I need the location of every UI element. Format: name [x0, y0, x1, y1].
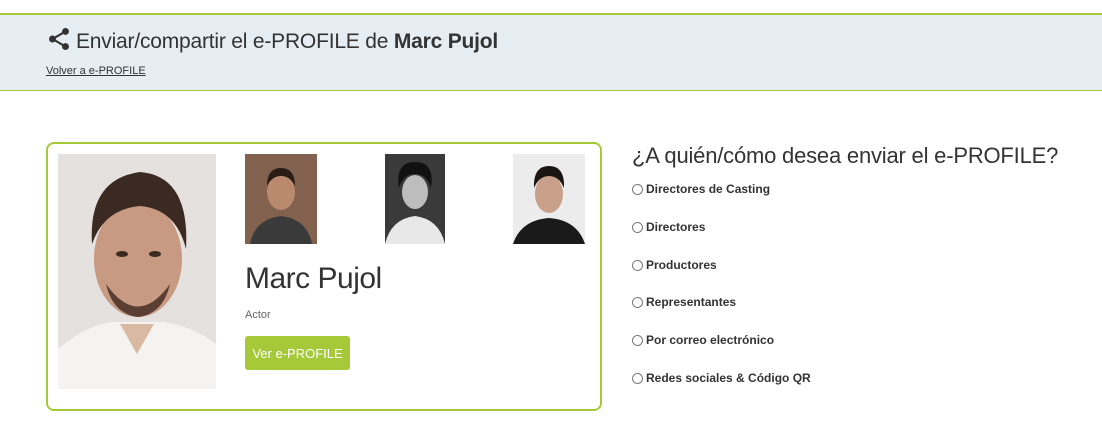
title-prefix: Enviar/compartir el e-PROFILE de — [76, 29, 394, 53]
option-redes-sociales-qr[interactable]: Redes sociales & Código QR — [632, 371, 811, 385]
option-label: Redes sociales & Código QR — [646, 371, 811, 385]
share-icon — [46, 26, 76, 57]
option-label: Directores de Casting — [646, 182, 771, 196]
title-text: Enviar/compartir el e-PROFILE de Marc Pu… — [76, 30, 498, 54]
radio-button[interactable] — [632, 259, 643, 271]
option-label: Representantes — [646, 295, 737, 309]
option-label: Directores — [646, 220, 706, 234]
radio-button[interactable] — [632, 221, 643, 233]
radio-button[interactable] — [632, 183, 643, 195]
title-name: Marc Pujol — [393, 29, 499, 53]
option-label: Productores — [646, 258, 717, 272]
profile-role: Actor — [245, 309, 271, 321]
option-directores-casting[interactable]: Directores de Casting — [632, 182, 770, 196]
page-title: Enviar/compartir el e-PROFILE de Marc Pu… — [46, 26, 498, 57]
thumbnail-photo-3[interactable] — [513, 154, 585, 244]
page-header: Enviar/compartir el e-PROFILE de Marc Pu… — [0, 13, 1102, 91]
option-productores[interactable]: Productores — [632, 258, 717, 272]
thumbnail-photo-1[interactable] — [245, 154, 317, 244]
option-representantes[interactable]: Representantes — [632, 295, 736, 309]
radio-button[interactable] — [632, 334, 643, 346]
option-label: Por correo electrónico — [646, 333, 775, 347]
profile-card: Marc Pujol Actor Ver e-PROFILE — [46, 142, 602, 411]
profile-name: Marc Pujol — [245, 262, 382, 295]
back-to-profile-link[interactable]: Volver a e-PROFILE — [46, 65, 146, 77]
main-headshot-photo — [58, 154, 216, 389]
radio-button[interactable] — [632, 296, 643, 308]
thumbnail-photo-2[interactable] — [385, 154, 445, 244]
option-directores[interactable]: Directores — [632, 220, 705, 234]
option-correo-electronico[interactable]: Por correo electrónico — [632, 333, 774, 347]
view-eprofile-button[interactable]: Ver e-PROFILE — [245, 336, 350, 370]
send-question-heading: ¿A quién/cómo desea enviar el e-PROFILE? — [632, 143, 1059, 168]
radio-button[interactable] — [632, 372, 643, 384]
